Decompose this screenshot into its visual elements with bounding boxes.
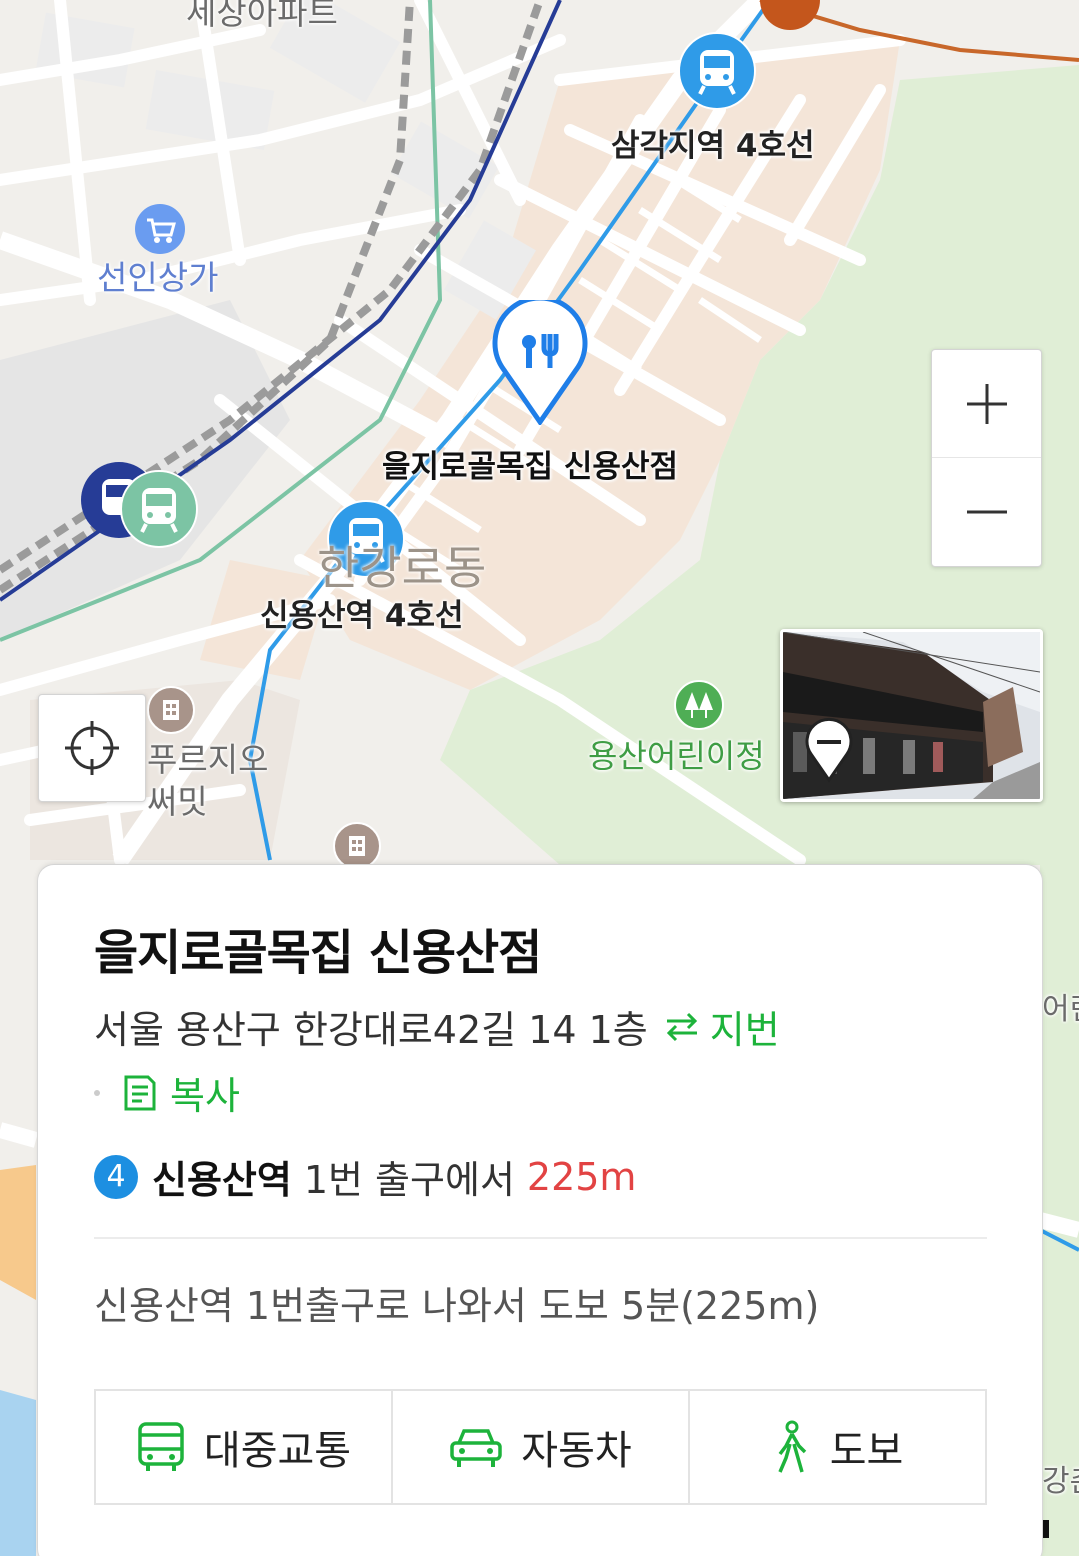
samgakji-station-icon[interactable] [678,32,756,114]
current-location-button[interactable] [38,694,146,802]
copy-address-button[interactable]: 복사 [94,1065,240,1120]
map-label-apartment[interactable]: 세상아파트 [186,0,338,34]
divider [94,1237,987,1239]
walk-route-button[interactable]: 도보 [688,1391,985,1503]
directions-text: 신용산역 1번출구로 나와서 도보 5분(225m) [94,1284,820,1328]
walk-icon [778,1420,806,1473]
car-label: 자동차 [521,1428,632,1474]
map-label-restaurant[interactable]: 을지로골목집 신용산점 [382,441,678,486]
map-label-samgakji[interactable]: 삼각지역 4호선 [611,120,814,165]
zoom-control [931,349,1042,567]
map-label-park[interactable]: 용산어린이정 [588,731,765,777]
transit-route-button[interactable]: 대중교통 [96,1391,391,1503]
transit-label: 대중교통 [203,1428,352,1474]
line-4-badge: 4 [94,1154,138,1199]
building-icon[interactable] [147,686,195,738]
car-icon [450,1429,503,1467]
swap-arrows-icon [666,1012,697,1041]
walk-label: 도보 [829,1428,904,1474]
bus-icon [138,1422,184,1471]
separator-dot [94,1089,100,1096]
map-label-prugio[interactable]: 푸르지오 [147,733,268,781]
crosshair-icon [65,721,119,775]
map-label-summit[interactable]: 써밋 [147,775,208,823]
gyeongui-station-icon[interactable] [120,470,198,552]
map-label-sinyongsan[interactable]: 신용산역 4호선 [260,590,463,635]
subway-station-name[interactable]: 신용산역 [152,1149,292,1204]
zoom-out-button[interactable] [932,458,1041,566]
map-label-edge-1: 어린 [1042,992,1079,1027]
subway-distance: 225m [526,1154,637,1199]
place-title[interactable]: 을지로골목집 신용산점 [94,913,542,983]
copy-icon [124,1075,156,1110]
restaurant-pin-icon[interactable] [490,295,590,429]
park-tree-icon[interactable] [674,680,724,734]
minus-icon [966,510,1007,514]
jibun-label: 지번 [709,1008,780,1052]
jibun-toggle-button[interactable]: 지번 [664,999,780,1054]
place-info-card: 을지로골목집 신용산점 서울 용산구 한강대로42길 14 1층 지번 복사 4… [38,865,1042,1556]
street-view-image [783,632,1040,799]
map-label-edge-2: 강촌 [1042,1464,1079,1499]
address-row: 서울 용산구 한강대로42길 14 1층 지번 [94,999,780,1054]
plus-icon [966,383,1007,424]
car-route-button[interactable]: 자동차 [391,1391,688,1503]
map-label-dong: 한강로동 [317,541,487,595]
subway-info: 4 신용산역 1번 출구에서 225m [94,1149,636,1204]
address-text: 서울 용산구 한강대로42길 14 1층 [94,1008,648,1052]
zoom-in-button[interactable] [932,350,1041,458]
street-view-thumbnail[interactable] [780,629,1043,802]
map-label-seonin[interactable]: 선인상가 [97,251,218,299]
route-buttons: 대중교통 자동차 도보 [94,1389,987,1505]
copy-label: 복사 [170,1074,240,1118]
subway-exit-text: 1번 출구에서 [303,1158,515,1202]
